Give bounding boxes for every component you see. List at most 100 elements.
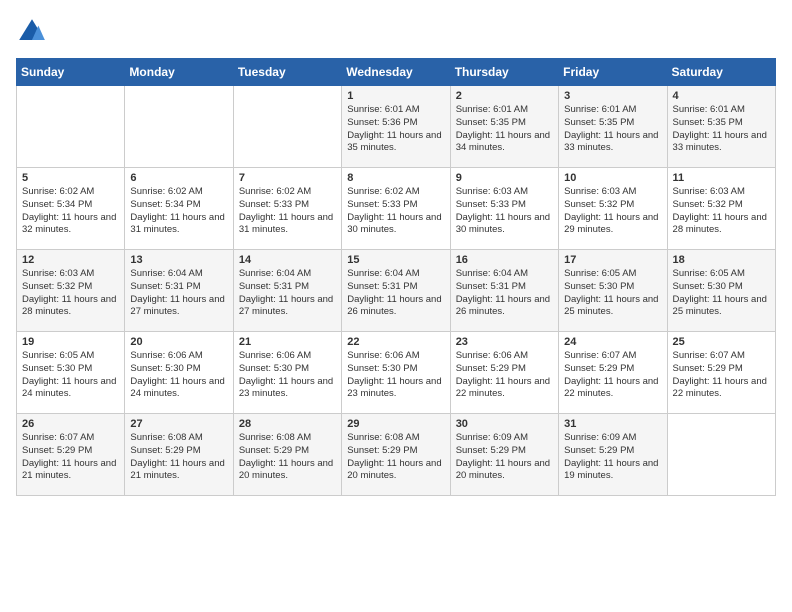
cell-content: Sunrise: 6:03 AM Sunset: 5:32 PM Dayligh… [564, 186, 661, 237]
calendar-week-row: 12Sunrise: 6:03 AM Sunset: 5:32 PM Dayli… [17, 250, 776, 332]
cell-content: Sunrise: 6:04 AM Sunset: 5:31 PM Dayligh… [130, 268, 227, 319]
cell-content: Sunrise: 6:03 AM Sunset: 5:32 PM Dayligh… [22, 268, 119, 319]
calendar-cell: 1Sunrise: 6:01 AM Sunset: 5:36 PM Daylig… [342, 86, 450, 168]
cell-content: Sunrise: 6:06 AM Sunset: 5:30 PM Dayligh… [130, 350, 227, 401]
day-number: 15 [347, 254, 444, 266]
day-number: 24 [564, 336, 661, 348]
weekday-header: Friday [559, 59, 667, 86]
page-header [16, 16, 776, 48]
day-number: 31 [564, 418, 661, 430]
calendar-cell: 30 Sunrise: 6:09 AM Sunset: 5:29 PM Dayli… [450, 414, 558, 496]
day-number: 16 [456, 254, 553, 266]
weekday-header: Saturday [667, 59, 775, 86]
day-number: 2 [456, 90, 553, 102]
day-number: 30 [456, 418, 553, 430]
calendar-cell: 14 Sunrise: 6:04 AM Sunset: 5:31 PM Dayli… [233, 250, 341, 332]
calendar-cell: 23 Sunrise: 6:06 AM Sunset: 5:29 PM Dayli… [450, 332, 558, 414]
cell-content: Sunrise: 6:01 AM Sunset: 5:35 PM Dayligh… [456, 104, 553, 155]
calendar-week-row: 1Sunrise: 6:01 AM Sunset: 5:36 PM Daylig… [17, 86, 776, 168]
calendar-cell: 10 Sunrise: 6:03 AM Sunset: 5:32 PM Dayli… [559, 168, 667, 250]
cell-content: Sunrise: 6:07 AM Sunset: 5:29 PM Dayligh… [22, 432, 119, 483]
calendar-cell: 25 Sunrise: 6:07 AM Sunset: 5:29 PM Dayli… [667, 332, 775, 414]
day-number: 17 [564, 254, 661, 266]
calendar-cell: 27 Sunrise: 6:08 AM Sunset: 5:29 PM Dayli… [125, 414, 233, 496]
day-number: 19 [22, 336, 119, 348]
weekday-header: Wednesday [342, 59, 450, 86]
day-number: 5 [22, 172, 119, 184]
calendar-cell: 6Sunrise: 6:02 AM Sunset: 5:34 PM Daylig… [125, 168, 233, 250]
cell-content: Sunrise: 6:06 AM Sunset: 5:29 PM Dayligh… [456, 350, 553, 401]
calendar-cell: 16 Sunrise: 6:04 AM Sunset: 5:31 PM Dayli… [450, 250, 558, 332]
calendar-cell: 15 Sunrise: 6:04 AM Sunset: 5:31 PM Dayli… [342, 250, 450, 332]
calendar-cell: 7 Sunrise: 6:02 AM Sunset: 5:33 PM Daylig… [233, 168, 341, 250]
calendar-cell: 22Sunrise: 6:06 AM Sunset: 5:30 PM Dayli… [342, 332, 450, 414]
day-number: 10 [564, 172, 661, 184]
calendar-cell: 20 Sunrise: 6:06 AM Sunset: 5:30 PM Dayli… [125, 332, 233, 414]
day-number: 28 [239, 418, 336, 430]
calendar-cell: 2 Sunrise: 6:01 AM Sunset: 5:35 PM Daylig… [450, 86, 558, 168]
calendar-cell: 9Sunrise: 6:03 AM Sunset: 5:33 PM Daylig… [450, 168, 558, 250]
calendar-week-row: 5 Sunrise: 6:02 AM Sunset: 5:34 PM Daylig… [17, 168, 776, 250]
cell-content: Sunrise: 6:05 AM Sunset: 5:30 PM Dayligh… [673, 268, 770, 319]
day-number: 27 [130, 418, 227, 430]
day-number: 23 [456, 336, 553, 348]
calendar-cell: 18 Sunrise: 6:05 AM Sunset: 5:30 PM Dayli… [667, 250, 775, 332]
calendar-cell [17, 86, 125, 168]
day-number: 3 [564, 90, 661, 102]
cell-content: Sunrise: 6:09 AM Sunset: 5:29 PM Dayligh… [456, 432, 553, 483]
calendar-cell: 21 Sunrise: 6:06 AM Sunset: 5:30 PM Dayli… [233, 332, 341, 414]
cell-content: Sunrise: 6:08 AM Sunset: 5:29 PM Dayligh… [347, 432, 444, 483]
weekday-header: Monday [125, 59, 233, 86]
cell-content: Sunrise: 6:04 AM Sunset: 5:31 PM Dayligh… [347, 268, 444, 319]
cell-content: Sunrise: 6:08 AM Sunset: 5:29 PM Dayligh… [239, 432, 336, 483]
cell-content: Sunrise: 6:08 AM Sunset: 5:29 PM Dayligh… [130, 432, 227, 483]
calendar-cell: 17Sunrise: 6:05 AM Sunset: 5:30 PM Dayli… [559, 250, 667, 332]
day-number: 4 [673, 90, 770, 102]
day-number: 14 [239, 254, 336, 266]
day-number: 25 [673, 336, 770, 348]
day-number: 18 [673, 254, 770, 266]
calendar-cell [125, 86, 233, 168]
cell-content: Sunrise: 6:03 AM Sunset: 5:32 PM Dayligh… [673, 186, 770, 237]
day-number: 26 [22, 418, 119, 430]
calendar-week-row: 19 Sunrise: 6:05 AM Sunset: 5:30 PM Dayli… [17, 332, 776, 414]
weekday-header-row: SundayMondayTuesdayWednesdayThursdayFrid… [17, 59, 776, 86]
day-number: 20 [130, 336, 227, 348]
cell-content: Sunrise: 6:01 AM Sunset: 5:35 PM Dayligh… [564, 104, 661, 155]
cell-content: Sunrise: 6:09 AM Sunset: 5:29 PM Dayligh… [564, 432, 661, 483]
calendar-table: SundayMondayTuesdayWednesdayThursdayFrid… [16, 58, 776, 496]
calendar-cell: 19 Sunrise: 6:05 AM Sunset: 5:30 PM Dayli… [17, 332, 125, 414]
day-number: 29 [347, 418, 444, 430]
cell-content: Sunrise: 6:04 AM Sunset: 5:31 PM Dayligh… [239, 268, 336, 319]
calendar-cell: 29 Sunrise: 6:08 AM Sunset: 5:29 PM Dayli… [342, 414, 450, 496]
calendar-cell [667, 414, 775, 496]
calendar-cell: 5 Sunrise: 6:02 AM Sunset: 5:34 PM Daylig… [17, 168, 125, 250]
calendar-cell: 26 Sunrise: 6:07 AM Sunset: 5:29 PM Dayli… [17, 414, 125, 496]
cell-content: Sunrise: 6:02 AM Sunset: 5:33 PM Dayligh… [347, 186, 444, 237]
cell-content: Sunrise: 6:07 AM Sunset: 5:29 PM Dayligh… [673, 350, 770, 401]
calendar-cell: 28 Sunrise: 6:08 AM Sunset: 5:29 PM Dayli… [233, 414, 341, 496]
calendar-cell: 31 Sunrise: 6:09 AM Sunset: 5:29 PM Dayli… [559, 414, 667, 496]
calendar-cell: 11Sunrise: 6:03 AM Sunset: 5:32 PM Dayli… [667, 168, 775, 250]
cell-content: Sunrise: 6:04 AM Sunset: 5:31 PM Dayligh… [456, 268, 553, 319]
cell-content: Sunrise: 6:02 AM Sunset: 5:33 PM Dayligh… [239, 186, 336, 237]
day-number: 13 [130, 254, 227, 266]
calendar-cell: 12Sunrise: 6:03 AM Sunset: 5:32 PM Dayli… [17, 250, 125, 332]
calendar-cell: 24 Sunrise: 6:07 AM Sunset: 5:29 PM Dayli… [559, 332, 667, 414]
cell-content: Sunrise: 6:01 AM Sunset: 5:35 PM Dayligh… [673, 104, 770, 155]
cell-content: Sunrise: 6:05 AM Sunset: 5:30 PM Dayligh… [22, 350, 119, 401]
cell-content: Sunrise: 6:06 AM Sunset: 5:30 PM Dayligh… [347, 350, 444, 401]
day-number: 21 [239, 336, 336, 348]
day-number: 6 [130, 172, 227, 184]
cell-content: Sunrise: 6:07 AM Sunset: 5:29 PM Dayligh… [564, 350, 661, 401]
calendar-week-row: 26 Sunrise: 6:07 AM Sunset: 5:29 PM Dayli… [17, 414, 776, 496]
cell-content: Sunrise: 6:06 AM Sunset: 5:30 PM Dayligh… [239, 350, 336, 401]
day-number: 7 [239, 172, 336, 184]
cell-content: Sunrise: 6:02 AM Sunset: 5:34 PM Dayligh… [22, 186, 119, 237]
logo [16, 16, 52, 48]
logo-icon [16, 16, 48, 48]
calendar-cell: 4 Sunrise: 6:01 AM Sunset: 5:35 PM Daylig… [667, 86, 775, 168]
calendar-cell [233, 86, 341, 168]
calendar-cell: 3 Sunrise: 6:01 AM Sunset: 5:35 PM Daylig… [559, 86, 667, 168]
calendar-cell: 8Sunrise: 6:02 AM Sunset: 5:33 PM Daylig… [342, 168, 450, 250]
